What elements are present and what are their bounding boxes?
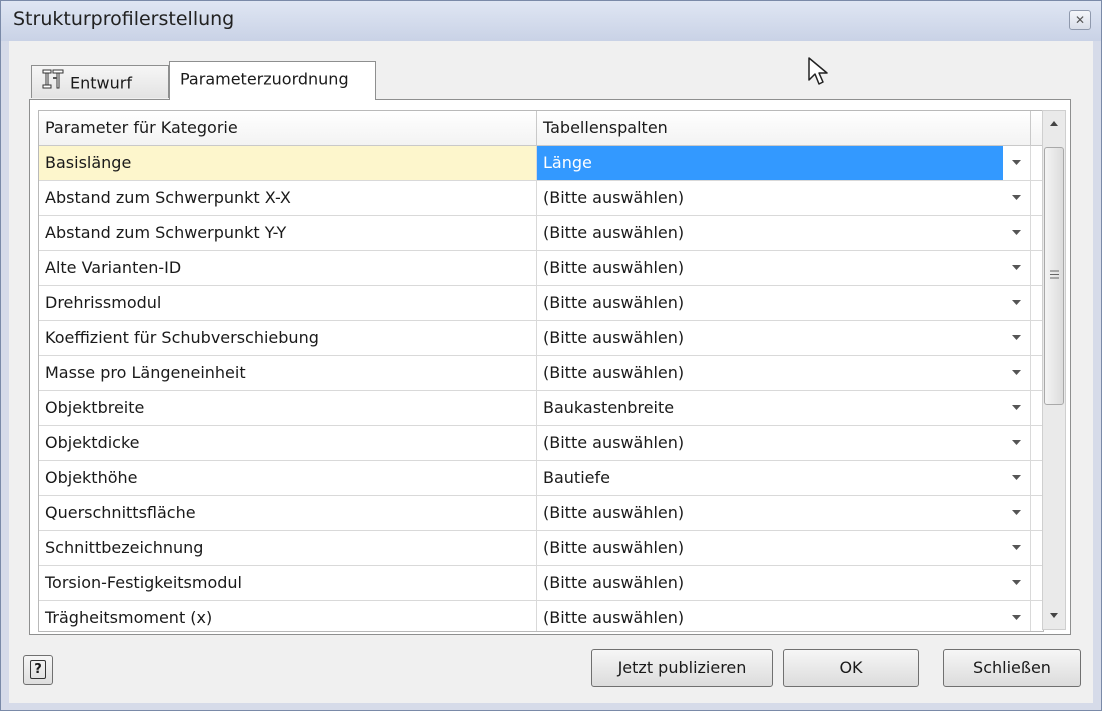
parameter-cell[interactable]: Masse pro Längeneinheit <box>39 356 537 390</box>
close-button[interactable]: Schließen <box>943 649 1081 687</box>
column-select-cell[interactable]: (Bitte auswählen) <box>537 251 1003 285</box>
chevron-down-icon <box>1012 230 1021 235</box>
column-select-cell[interactable]: (Bitte auswählen) <box>537 566 1003 600</box>
column-select-cell[interactable]: (Bitte auswählen) <box>537 181 1003 215</box>
table-row[interactable]: Basislänge Länge <box>39 146 1043 181</box>
parameter-cell[interactable]: Objektdicke <box>39 426 537 460</box>
table-row[interactable]: Querschnittsfläche (Bitte auswählen) <box>39 496 1043 531</box>
dialog-window: Strukturprofilerstellung ✕ Entwurf Param… <box>0 0 1102 711</box>
publish-now-button[interactable]: Jetzt publizieren <box>591 649 773 687</box>
tab-entwurf[interactable]: Entwurf <box>31 65 169 98</box>
dropdown-arrow-button[interactable] <box>1003 286 1031 320</box>
dropdown-arrow-button[interactable] <box>1003 566 1031 600</box>
help-button[interactable]: ? <box>23 655 53 685</box>
chevron-down-icon <box>1012 615 1021 620</box>
parameter-cell[interactable]: Koeffizient für Schubverschiebung <box>39 321 537 355</box>
chevron-down-icon <box>1012 440 1021 445</box>
parameter-cell[interactable]: Abstand zum Schwerpunkt Y-Y <box>39 216 537 250</box>
table-row[interactable]: Alte Varianten-ID (Bitte auswählen) <box>39 251 1043 286</box>
chevron-down-icon <box>1012 510 1021 515</box>
dropdown-arrow-button[interactable] <box>1003 426 1031 460</box>
dropdown-arrow-button[interactable] <box>1003 146 1031 180</box>
tab-entwurf-label: Entwurf <box>70 73 132 93</box>
title-bar[interactable]: Strukturprofilerstellung ✕ <box>1 1 1101 41</box>
tab-parameterzuordnung[interactable]: Parameterzuordnung <box>169 61 376 100</box>
table-header: Parameter für Kategorie Tabellenspalten <box>39 111 1043 146</box>
dropdown-arrow-button[interactable] <box>1003 601 1031 631</box>
chevron-down-icon <box>1012 405 1021 410</box>
help-icon: ? <box>30 660 46 679</box>
parameter-cell[interactable]: Objekthöhe <box>39 461 537 495</box>
column-select-cell[interactable]: (Bitte auswählen) <box>537 286 1003 320</box>
chevron-down-icon <box>1012 475 1021 480</box>
dropdown-arrow-button[interactable] <box>1003 251 1031 285</box>
table-row[interactable]: Trägheitsmoment (x) (Bitte auswählen) <box>39 601 1043 631</box>
chevron-down-icon <box>1012 300 1021 305</box>
parameter-cell[interactable]: Alte Varianten-ID <box>39 251 537 285</box>
close-window-button[interactable]: ✕ <box>1069 10 1091 30</box>
table-row[interactable]: Objekthöhe Bautiefe <box>39 461 1043 496</box>
column-header-table-columns[interactable]: Tabellenspalten <box>537 111 1031 145</box>
vertical-scrollbar[interactable] <box>1042 110 1066 630</box>
parameter-cell[interactable]: Querschnittsfläche <box>39 496 537 530</box>
column-select-cell[interactable]: (Bitte auswählen) <box>537 531 1003 565</box>
parameter-cell[interactable]: Drehrissmodul <box>39 286 537 320</box>
parameter-mapping-panel: Parameter für Kategorie Tabellenspalten … <box>29 99 1071 635</box>
dropdown-arrow-button[interactable] <box>1003 216 1031 250</box>
table-body: Basislänge Länge Abstand zum Schwerpunkt X… <box>39 146 1043 631</box>
table-row[interactable]: Schnittbezeichnung (Bitte auswählen) <box>39 531 1043 566</box>
parameter-cell[interactable]: Basislänge <box>39 146 537 180</box>
column-select-cell[interactable]: (Bitte auswählen) <box>537 216 1003 250</box>
dialog-content: Entwurf Parameterzuordnung Parameter für… <box>9 41 1093 703</box>
column-header-parameter[interactable]: Parameter für Kategorie <box>39 111 537 145</box>
column-select-cell[interactable]: Baukastenbreite <box>537 391 1003 425</box>
dropdown-arrow-button[interactable] <box>1003 531 1031 565</box>
column-select-cell[interactable]: Bautiefe <box>537 461 1003 495</box>
table-row[interactable]: Koeffizient für Schubverschiebung (Bitte … <box>39 321 1043 356</box>
table-row[interactable]: Objektbreite Baukastenbreite <box>39 391 1043 426</box>
scroll-up-button[interactable] <box>1043 111 1065 137</box>
tab-parameterzuordnung-label: Parameterzuordnung <box>180 69 349 89</box>
column-select-cell[interactable]: (Bitte auswählen) <box>537 496 1003 530</box>
parameter-cell[interactable]: Trägheitsmoment (x) <box>39 601 537 631</box>
scroll-down-button[interactable] <box>1043 603 1065 629</box>
table-row[interactable]: Torsion-Festigkeitsmodul (Bitte auswählen… <box>39 566 1043 601</box>
window-title: Strukturprofilerstellung <box>13 8 235 30</box>
dropdown-arrow-button[interactable] <box>1003 181 1031 215</box>
parameter-cell[interactable]: Abstand zum Schwerpunkt X-X <box>39 181 537 215</box>
table-row[interactable]: Drehrissmodul (Bitte auswählen) <box>39 286 1043 321</box>
dropdown-arrow-button[interactable] <box>1003 496 1031 530</box>
chevron-down-icon <box>1012 265 1021 270</box>
column-select-cell[interactable]: (Bitte auswählen) <box>537 426 1003 460</box>
dropdown-arrow-button[interactable] <box>1003 321 1031 355</box>
ok-button[interactable]: OK <box>783 649 919 687</box>
chevron-down-icon <box>1012 545 1021 550</box>
table-row[interactable]: Masse pro Längeneinheit (Bitte auswählen) <box>39 356 1043 391</box>
column-select-cell[interactable]: (Bitte auswählen) <box>537 321 1003 355</box>
parameter-table: Parameter für Kategorie Tabellenspalten … <box>38 110 1044 632</box>
table-row[interactable]: Objektdicke (Bitte auswählen) <box>39 426 1043 461</box>
table-row[interactable]: Abstand zum Schwerpunkt Y-Y (Bitte auswäh… <box>39 216 1043 251</box>
column-select-cell[interactable]: (Bitte auswählen) <box>537 356 1003 390</box>
mouse-cursor-icon <box>808 57 828 85</box>
dropdown-arrow-button[interactable] <box>1003 356 1031 390</box>
structure-profile-icon <box>42 67 64 101</box>
chevron-down-icon <box>1012 370 1021 375</box>
parameter-cell[interactable]: Torsion-Festigkeitsmodul <box>39 566 537 600</box>
dropdown-arrow-button[interactable] <box>1003 461 1031 495</box>
dropdown-arrow-button[interactable] <box>1003 391 1031 425</box>
column-select-cell[interactable]: Länge <box>537 146 1003 180</box>
chevron-down-icon <box>1012 195 1021 200</box>
grip-icon <box>1050 270 1059 279</box>
parameter-cell[interactable]: Schnittbezeichnung <box>39 531 537 565</box>
chevron-down-icon <box>1012 580 1021 585</box>
scrollbar-thumb[interactable] <box>1044 147 1064 405</box>
table-row[interactable]: Abstand zum Schwerpunkt X-X (Bitte auswäh… <box>39 181 1043 216</box>
chevron-down-icon <box>1012 335 1021 340</box>
parameter-cell[interactable]: Objektbreite <box>39 391 537 425</box>
chevron-down-icon <box>1012 160 1021 165</box>
column-select-cell[interactable]: (Bitte auswählen) <box>537 601 1003 631</box>
